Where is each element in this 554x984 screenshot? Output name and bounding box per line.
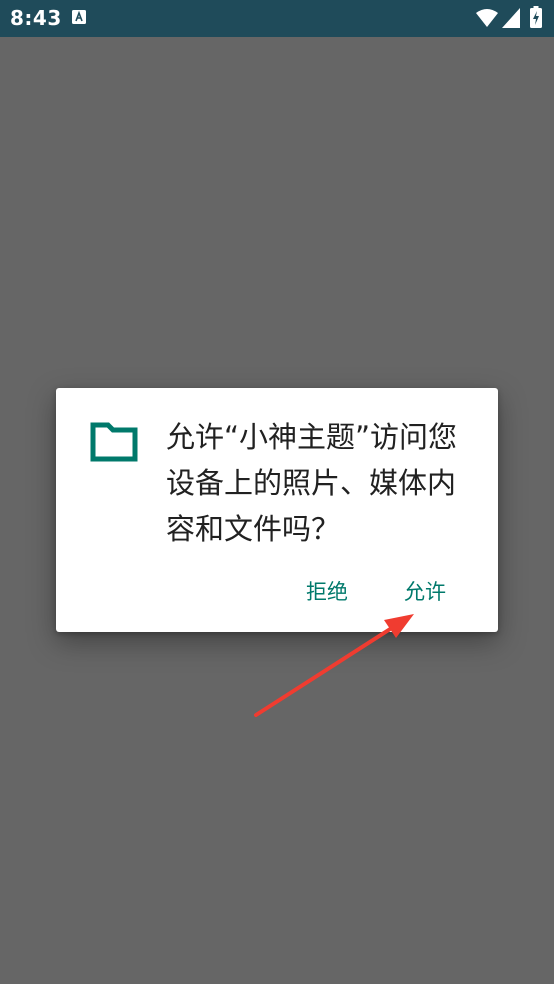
dialog-actions: 拒绝 允许 <box>56 576 498 610</box>
a-letter-icon <box>72 10 86 24</box>
dialog-message: 允许“小神主题”访问您设备上的照片、媒体内容和文件吗？ <box>166 420 458 546</box>
status-bar: 8:43 <box>0 0 554 37</box>
permission-dialog: 允许“小神主题”访问您设备上的照片、媒体内容和文件吗？ 拒绝 允许 <box>56 388 498 632</box>
cell-signal-icon <box>502 8 520 28</box>
deny-button[interactable]: 拒绝 <box>306 576 348 606</box>
wifi-icon <box>476 9 498 27</box>
screen: 8:43 允许“小神主题”访问您设备上的照片、媒体内容和文件吗？ 拒绝 允许 <box>0 0 554 984</box>
allow-button[interactable]: 允许 <box>404 576 446 606</box>
folder-icon <box>90 422 138 462</box>
status-time: 8:43 <box>10 6 62 30</box>
battery-charging-icon <box>530 6 542 28</box>
